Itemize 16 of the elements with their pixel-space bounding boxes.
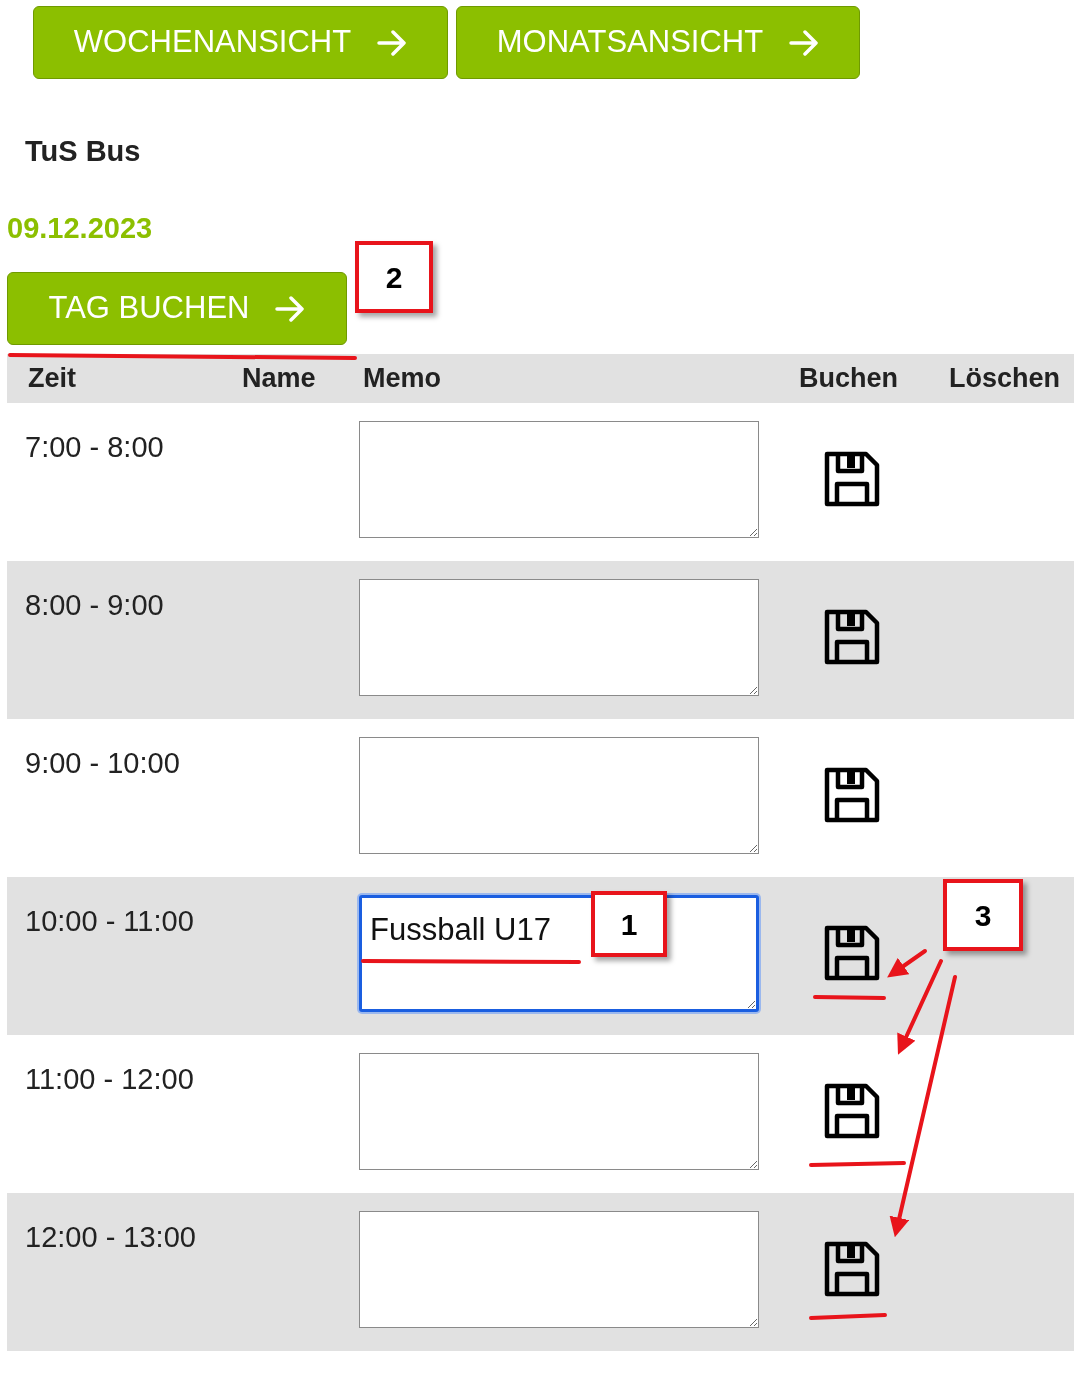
- column-header: Memo: [363, 362, 441, 394]
- time-slot: 12:00 - 13:00: [25, 1221, 196, 1253]
- time-slot: 10:00 - 11:00: [25, 905, 194, 937]
- callout-tooltip: 3: [943, 879, 1023, 951]
- date-heading: 09.12.2023: [7, 212, 153, 244]
- column-header: Löschen: [949, 362, 1061, 394]
- time-slot: 11:00 - 12:00: [25, 1063, 194, 1095]
- column-header: Zeit: [28, 362, 76, 394]
- time-slot: 8:00 - 9:00: [25, 589, 164, 621]
- callout-tooltip: 1: [591, 891, 667, 957]
- time-slot: 7:00 - 8:00: [25, 431, 164, 463]
- column-header: Name: [242, 362, 316, 394]
- resource-title: TuS Bus: [25, 135, 141, 167]
- callout-tooltip: 2: [355, 241, 433, 313]
- column-header: Buchen: [799, 362, 898, 394]
- time-slot: 9:00 - 10:00: [25, 747, 180, 779]
